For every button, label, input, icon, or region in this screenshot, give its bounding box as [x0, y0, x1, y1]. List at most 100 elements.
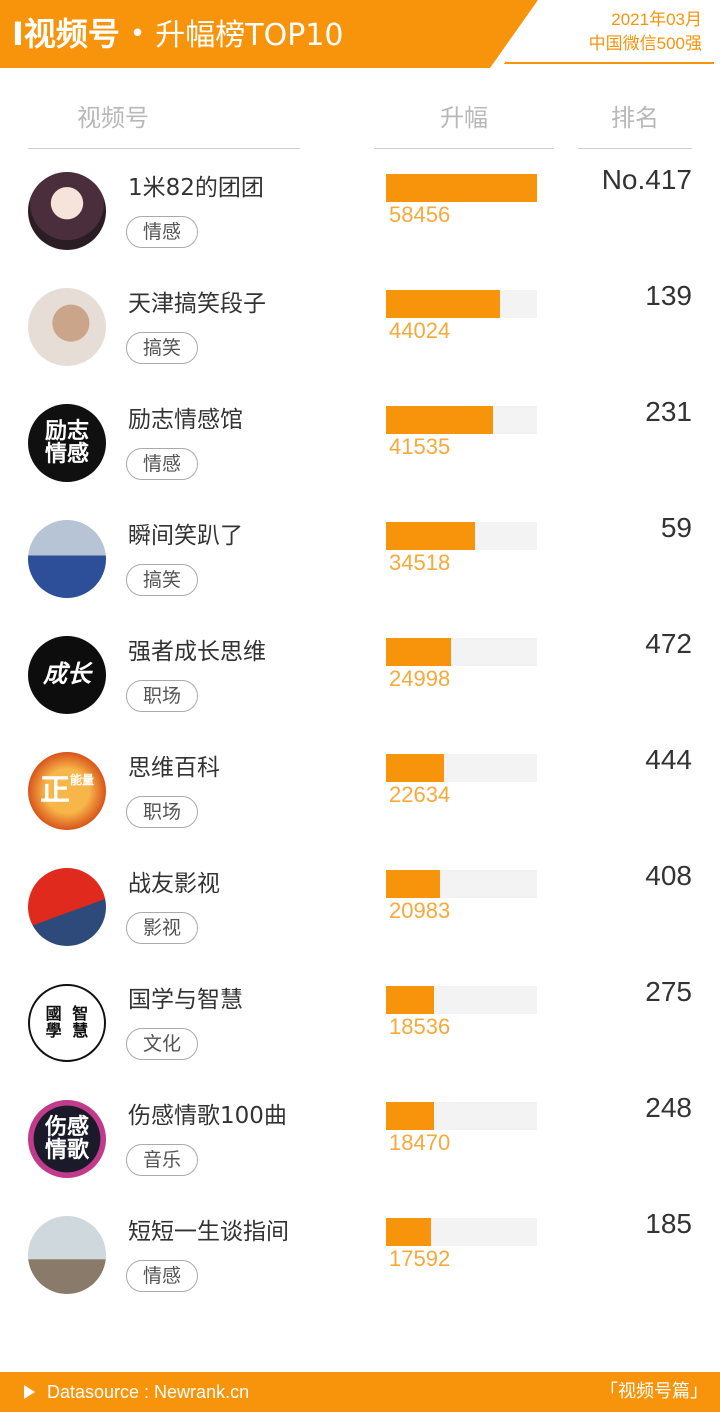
- increase-value: 22634: [389, 782, 451, 807]
- avatar-text: 學: [45, 1021, 62, 1040]
- list-item[interactable]: 國智學慧国学与智慧文化 18536 275: [0, 970, 720, 1086]
- raised-hands-avatar-icon: [28, 1216, 106, 1294]
- seal-avatar-icon: 國智學慧: [28, 984, 106, 1062]
- category-tag: 职场: [126, 680, 199, 712]
- avatar-text: 成长: [43, 660, 91, 689]
- list-item[interactable]: 瞬间笑趴了搞笑 34518 59: [0, 506, 720, 622]
- increase-bar: [386, 986, 434, 1014]
- account-name[interactable]: 伤感情歌100曲: [128, 1096, 287, 1130]
- avatar-text: 励志: [44, 418, 89, 444]
- increase-value: 44024: [389, 318, 451, 343]
- rank-value: 59: [660, 512, 692, 543]
- column-header-increase: 升幅: [440, 104, 488, 132]
- increase-value: 18470: [389, 1130, 451, 1155]
- increase-bar-track: [386, 406, 537, 434]
- avatar-text: 情感: [44, 442, 89, 467]
- play-triangle-icon: [24, 1385, 35, 1399]
- flag-soldiers-avatar-icon: [28, 868, 106, 946]
- rank-value: No.417: [601, 164, 692, 195]
- account-name[interactable]: 强者成长思维: [128, 632, 266, 666]
- account-name[interactable]: 励志情感馆: [128, 400, 243, 434]
- category-tag: 情感: [126, 1260, 199, 1292]
- increase-value: 34518: [389, 550, 451, 575]
- title-sub: 升幅榜TOP10: [155, 18, 344, 53]
- woman-photo-avatar-icon: [28, 288, 106, 366]
- list-item[interactable]: 短短一生谈指间 情感 17592 185: [0, 1202, 720, 1318]
- account-name[interactable]: 思维百科: [128, 748, 220, 782]
- increase-bar: [386, 522, 475, 550]
- increase-bar-track: [386, 1218, 537, 1246]
- page-title: I视频号 • 升幅榜TOP10: [12, 10, 343, 58]
- text-logo-avatar-icon: 伤感 情歌: [28, 1100, 106, 1178]
- datasource: Datasource : Newrank.cn: [24, 1380, 249, 1404]
- rank-value: 408: [645, 860, 692, 891]
- increase-bar: [386, 754, 444, 782]
- increase-bar-track: [386, 522, 537, 550]
- increase-bar: [386, 1102, 434, 1130]
- increase-value: 41535: [389, 434, 451, 459]
- increase-bar-track: [386, 174, 537, 202]
- column-divider-account: [28, 148, 300, 149]
- category-tag: 搞笑: [126, 332, 199, 364]
- column-divider-rank: [578, 148, 692, 149]
- increase-value: 17592: [389, 1246, 451, 1271]
- text-logo-avatar-icon: 励志 情感: [28, 404, 106, 482]
- avatar-text: 慧: [72, 1021, 89, 1040]
- increase-value: 18536: [389, 1014, 451, 1039]
- header-date: 2021年03月: [611, 10, 702, 29]
- category-tag: 搞笑: [126, 564, 199, 596]
- column-header-account: 视频号: [77, 104, 149, 132]
- datasource-text: Datasource : Newrank.cn: [47, 1382, 250, 1402]
- account-name[interactable]: 国学与智慧: [128, 980, 243, 1014]
- page-footer: Datasource : Newrank.cn 「视频号篇」: [0, 1372, 720, 1412]
- avatar-text: 情歌: [44, 1138, 89, 1163]
- avatar-text: 正: [39, 773, 70, 809]
- rank-value: 472: [645, 628, 692, 659]
- list-item[interactable]: 伤感 情歌 伤感情歌100曲 音乐 18470 248: [0, 1086, 720, 1202]
- anime-girl-avatar-icon: [28, 172, 106, 250]
- list-item[interactable]: 战友影视影视 20983 408: [0, 854, 720, 970]
- title-main: I视频号: [12, 15, 120, 53]
- account-name[interactable]: 天津搞笑段子: [128, 284, 266, 318]
- positive-energy-avatar-icon: 正能量: [28, 752, 106, 830]
- column-header-rank: 排名: [611, 104, 659, 132]
- rank-value: 185: [645, 1208, 692, 1239]
- category-tag: 影视: [126, 912, 199, 944]
- account-name[interactable]: 瞬间笑趴了: [128, 516, 243, 550]
- increase-bar: [386, 638, 451, 666]
- list-item[interactable]: 励志 情感 励志情感馆 情感 41535 231: [0, 390, 720, 506]
- category-tag: 情感: [126, 216, 199, 248]
- increase-bar-track: [386, 290, 537, 318]
- increase-bar: [386, 1218, 431, 1246]
- increase-bar: [386, 174, 537, 202]
- increase-bar: [386, 870, 440, 898]
- rank-value: 275: [645, 976, 692, 1007]
- list-item[interactable]: 正能量 思维百科 职场 22634 444: [0, 738, 720, 854]
- account-name[interactable]: 1米82的团团: [128, 168, 264, 202]
- increase-value: 20983: [389, 898, 451, 923]
- increase-bar-track: [386, 870, 537, 898]
- increase-bar-track: [386, 1102, 537, 1130]
- category-tag: 情感: [126, 448, 199, 480]
- header-date-block: 2021年03月 中国微信500强: [589, 8, 702, 56]
- man-on-tricycle-avatar-icon: [28, 520, 106, 598]
- footer-brand: 「视频号篇」: [600, 1381, 708, 1402]
- page-header: I视频号 • 升幅榜TOP10 2021年03月 中国微信500强: [0, 0, 720, 68]
- increase-value: 58456: [389, 202, 451, 227]
- rank-value: 248: [645, 1092, 692, 1123]
- list-item[interactable]: 天津搞笑段子 搞笑 44024 139: [0, 274, 720, 390]
- increase-bar-track: [386, 638, 537, 666]
- account-name[interactable]: 短短一生谈指间: [128, 1212, 289, 1246]
- avatar-text: 能量: [69, 772, 94, 787]
- calligraphy-avatar-icon: 成长: [28, 636, 106, 714]
- increase-bar-track: [386, 754, 537, 782]
- rank-value: 444: [645, 744, 692, 775]
- category-tag: 文化: [126, 1028, 199, 1060]
- list-item[interactable]: 1米82的团团 情感 58456 No.417: [0, 158, 720, 274]
- rank-value: 231: [645, 396, 692, 427]
- increase-value: 24998: [389, 666, 451, 691]
- header-subtitle: 中国微信500强: [588, 34, 702, 53]
- account-name[interactable]: 战友影视: [128, 864, 220, 898]
- category-tag: 音乐: [126, 1144, 199, 1176]
- list-item[interactable]: 成长 强者成长思维 职场 24998 472: [0, 622, 720, 738]
